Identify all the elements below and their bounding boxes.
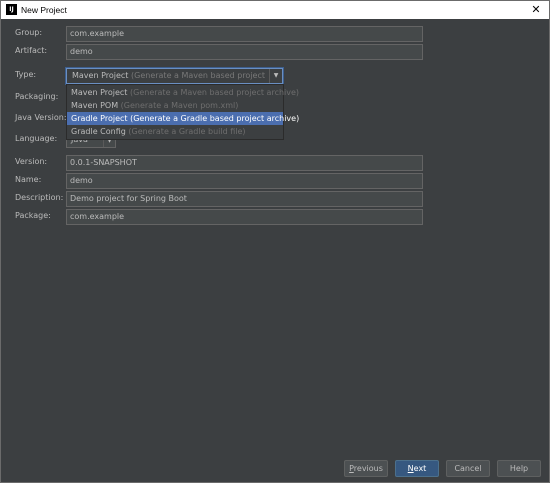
- package-field[interactable]: com.example: [66, 209, 423, 225]
- title-bar: IJ New Project ✕: [1, 1, 549, 19]
- type-option-maven-pom[interactable]: Maven POM (Generate a Maven pom.xml): [67, 99, 283, 112]
- artifact-label: Artifact:: [15, 46, 48, 55]
- group-field[interactable]: com.example: [66, 26, 423, 42]
- new-project-dialog: IJ New Project ✕ Group: com.example Arti…: [0, 0, 550, 483]
- type-option-gradle-project[interactable]: Gradle Project (Generate a Gradle based …: [67, 112, 299, 125]
- version-field[interactable]: 0.0.1-SNAPSHOT: [66, 155, 423, 171]
- package-label: Package:: [15, 211, 51, 220]
- previous-button[interactable]: Previous: [344, 460, 388, 477]
- option-main: Gradle Config: [71, 127, 126, 136]
- description-label: Description:: [15, 193, 64, 202]
- language-label: Language:: [15, 134, 58, 143]
- name-field[interactable]: demo: [66, 173, 423, 189]
- next-label: ext: [413, 464, 427, 473]
- option-hint: (Generate a Gradle build file): [128, 127, 246, 136]
- packaging-label: Packaging:: [15, 92, 59, 101]
- type-dropdown-list: Maven Project (Generate a Maven based pr…: [66, 84, 299, 140]
- cancel-button[interactable]: Cancel: [446, 460, 490, 477]
- type-option-gradle-config[interactable]: Gradle Config (Generate a Gradle build f…: [67, 125, 283, 138]
- close-icon[interactable]: ✕: [529, 2, 543, 18]
- artifact-field[interactable]: demo: [66, 44, 423, 60]
- type-select[interactable]: Maven Project (Generate a Maven based pr…: [66, 68, 283, 94]
- type-label: Type:: [15, 70, 37, 79]
- option-main: Gradle Project: [71, 114, 128, 123]
- type-selected-main: Maven Project: [72, 71, 129, 80]
- group-label: Group:: [15, 28, 43, 37]
- chevron-down-icon[interactable]: ▼: [269, 69, 282, 83]
- description-field[interactable]: Demo project for Spring Boot: [66, 191, 423, 207]
- name-label: Name:: [15, 175, 42, 184]
- version-label: Version:: [15, 157, 48, 166]
- window-title: New Project: [21, 5, 67, 15]
- help-button[interactable]: Help: [497, 460, 541, 477]
- option-main: Maven Project: [71, 88, 128, 97]
- option-hint: (Generate a Maven pom.xml): [120, 101, 239, 110]
- option-main: Maven POM: [71, 101, 119, 110]
- previous-label: revious: [353, 464, 383, 473]
- type-option-maven-project[interactable]: Maven Project (Generate a Maven based pr…: [67, 86, 299, 99]
- intellij-app-icon: IJ: [6, 4, 17, 15]
- option-hint: (Generate a Maven based project archive): [130, 88, 300, 97]
- option-hint: (Generate a Gradle based project archive…: [130, 114, 300, 123]
- next-button[interactable]: Next: [395, 460, 439, 477]
- java-version-label: Java Version:: [15, 113, 67, 122]
